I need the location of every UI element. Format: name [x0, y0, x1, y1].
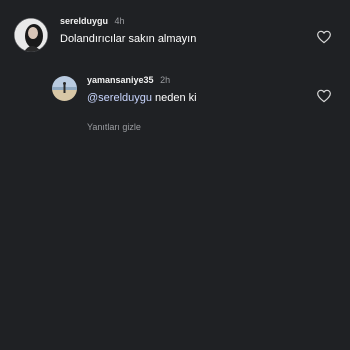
profile-photo-icon [52, 76, 77, 101]
heart-outline-icon [317, 30, 331, 44]
timestamp: 2h [160, 75, 171, 85]
reply-text: @serelduygu neden ki [87, 92, 197, 104]
username[interactable]: serelduygu [60, 16, 108, 26]
username[interactable]: yamansaniye35 [87, 75, 154, 85]
reply-header: yamansaniye35 2h [87, 75, 170, 85]
avatar[interactable] [14, 18, 48, 52]
like-button[interactable] [316, 29, 332, 45]
mention-link[interactable]: @serelduygu [87, 92, 152, 104]
reply-text-body: neden ki [151, 92, 197, 104]
hide-replies-button[interactable]: Yanıtları gizle [87, 122, 141, 132]
reply-item: yamansaniye35 2h @serelduygu neden ki [0, 60, 350, 120]
avatar[interactable] [52, 76, 77, 101]
comment-text: Dolandırıcılar sakın almayın [60, 33, 197, 45]
like-button[interactable] [316, 88, 332, 104]
heart-outline-icon [317, 89, 331, 103]
comment-item: serelduygu 4h Dolandırıcılar sakın almay… [0, 0, 350, 60]
comment-header: serelduygu 4h [60, 16, 125, 26]
profile-photo-icon [14, 18, 48, 52]
timestamp: 4h [114, 16, 125, 26]
